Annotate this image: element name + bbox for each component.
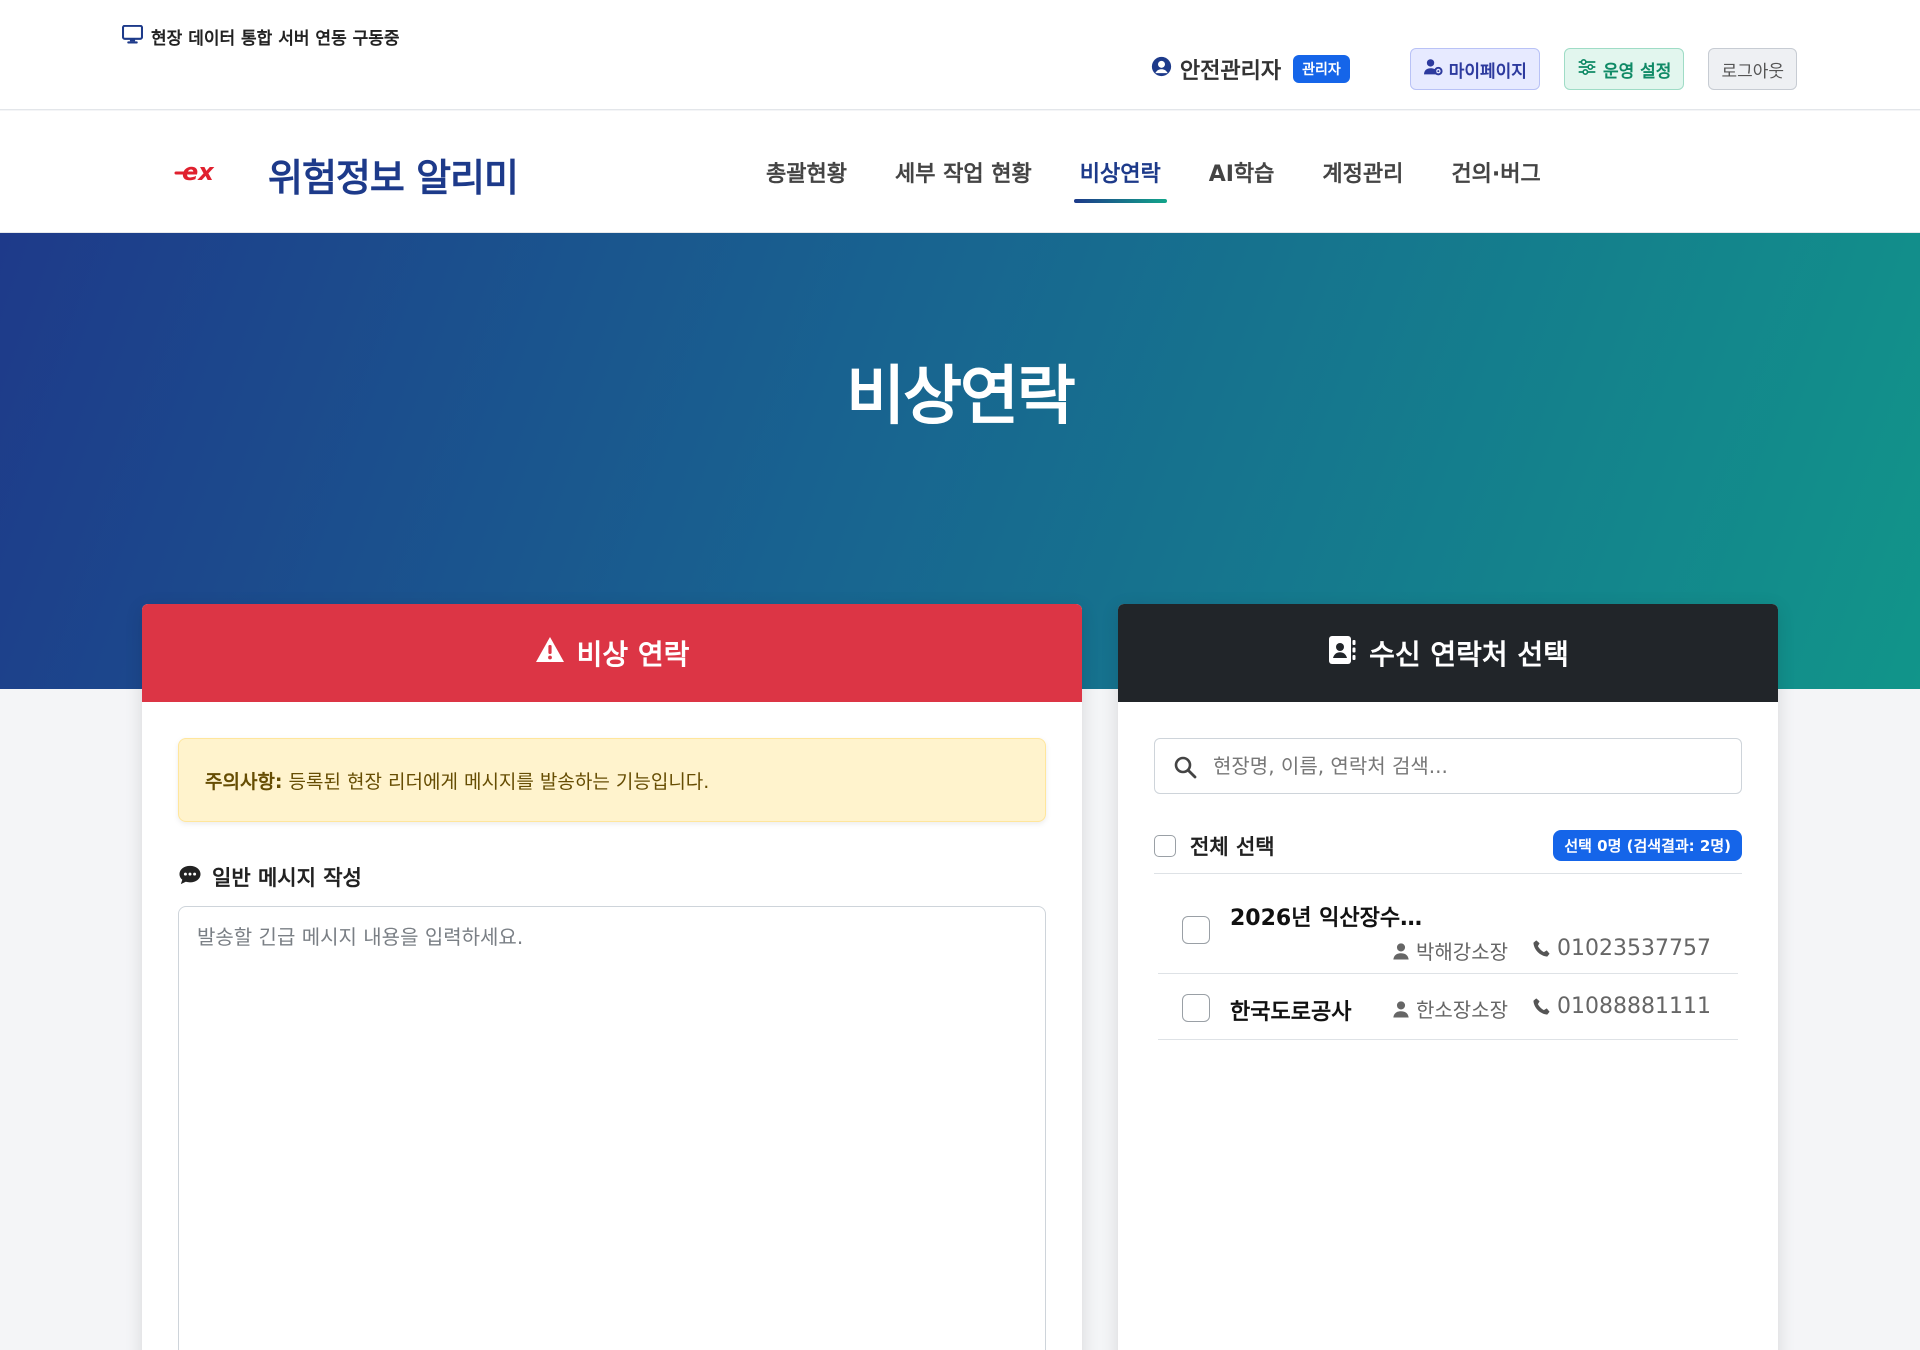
contact-person-name: 한소장소장 <box>1416 998 1508 1022</box>
brand-title[interactable]: 위험정보 알리미 <box>268 147 519 202</box>
mypage-button[interactable]: 마이페이지 <box>1409 48 1540 90</box>
contact-person: 한소장소장 <box>1392 994 1508 1023</box>
phone-icon <box>1533 998 1550 1015</box>
user-circle-icon <box>1151 56 1172 83</box>
server-status: 현장 데이터 통합 서버 연동 구동중 <box>121 24 400 49</box>
contact-person-name: 박해강소장 <box>1416 940 1508 964</box>
select-all-control[interactable]: 전체 선택 <box>1154 831 1275 861</box>
contact-row[interactable]: 한국도로공사 한소장소장 01088881111 <box>1158 974 1738 1040</box>
contact-phone: 01023537757 <box>1532 936 1711 961</box>
main-navbar: ex 위험정보 알리미 총괄현황 세부 작업 현황 비상연락 AI학습 계정관리… <box>0 111 1920 233</box>
recipient-selection-panel: 수신 연락처 선택 전체 선택 선택 0명 (검색결과: 2명) 2026년 익… <box>1118 604 1778 1350</box>
top-utility-bar: 현장 데이터 통합 서버 연동 구동중 안전관리자 관리자 마이페이지 운영 설… <box>0 0 1920 110</box>
phone-icon <box>1533 940 1550 957</box>
contact-phone-number: 01023537757 <box>1557 936 1711 961</box>
sliders-icon <box>1577 58 1597 81</box>
logout-button[interactable]: 로그아웃 <box>1708 48 1797 90</box>
main-nav: 총괄현황 세부 작업 현황 비상연락 AI학습 계정관리 건의·버그 <box>742 111 1565 233</box>
contact-checkbox[interactable] <box>1182 916 1210 944</box>
server-status-text: 현장 데이터 통합 서버 연동 구동중 <box>151 29 400 49</box>
comment-icon <box>178 864 202 891</box>
contact-phone: 01088881111 <box>1532 994 1711 1019</box>
contact-search-box <box>1154 738 1742 794</box>
caution-alert-text: 등록된 현장 리더에게 메시지를 발송하는 기능입니다. <box>288 770 710 793</box>
settings-button[interactable]: 운영 설정 <box>1563 48 1685 90</box>
company-logo[interactable]: ex <box>174 159 232 185</box>
nav-item-emergency-contact[interactable]: 비상연락 <box>1056 111 1185 233</box>
message-section-label: 일반 메시지 작성 <box>178 862 362 892</box>
mypage-label: 마이페이지 <box>1448 61 1527 82</box>
address-book-icon <box>1327 635 1357 672</box>
message-section-title: 일반 메시지 작성 <box>212 866 362 890</box>
nav-item-account-management[interactable]: 계정관리 <box>1298 111 1427 233</box>
emergency-panel-title: 비상 연락 <box>576 638 690 671</box>
contact-list: 2026년 익산장수… 박해강소장 01023537757 한국도로공사 한소장… <box>1158 882 1738 1040</box>
page-title: 비상연락 <box>846 360 1076 434</box>
nav-item-feedback-bug[interactable]: 건의·버그 <box>1427 111 1564 233</box>
logout-label: 로그아웃 <box>1721 61 1784 82</box>
contact-search-input[interactable] <box>1155 739 1741 793</box>
contact-phone-number: 01088881111 <box>1557 994 1711 1019</box>
search-icon <box>1174 756 1197 779</box>
emergency-panel-header: 비상 연락 <box>142 604 1082 702</box>
contact-site-name: 2026년 익산장수… <box>1230 906 1423 931</box>
current-user: 안전관리자 관리자 <box>1151 53 1350 85</box>
nav-item-ai-learning[interactable]: AI학습 <box>1185 111 1299 233</box>
svg-text:ex: ex <box>182 159 215 185</box>
user-area: 안전관리자 관리자 마이페이지 운영 설정 로그아웃 <box>1151 48 1797 90</box>
emergency-message-panel: 비상 연락 주의사항: 등록된 현장 리더에게 메시지를 발송하는 기능입니다.… <box>142 604 1082 1350</box>
nav-item-overview[interactable]: 총괄현황 <box>742 111 871 233</box>
select-all-checkbox[interactable] <box>1154 834 1176 857</box>
nav-item-work-detail[interactable]: 세부 작업 현황 <box>871 111 1056 233</box>
warning-icon <box>535 635 565 672</box>
contact-row[interactable]: 2026년 익산장수… 박해강소장 01023537757 <box>1158 882 1738 974</box>
caution-alert-label: 주의사항: <box>205 770 283 793</box>
emergency-message-textarea[interactable] <box>178 906 1046 1350</box>
contact-site-name: 한국도로공사 <box>1230 1000 1352 1025</box>
contact-checkbox[interactable] <box>1182 994 1210 1022</box>
recipient-panel-title: 수신 연락처 선택 <box>1369 638 1569 671</box>
user-gear-icon <box>1423 58 1443 81</box>
select-all-label: 전체 선택 <box>1190 834 1275 859</box>
settings-label: 운영 설정 <box>1602 61 1672 82</box>
select-all-row: 전체 선택 선택 0명 (검색결과: 2명) <box>1154 818 1742 874</box>
role-badge: 관리자 <box>1293 55 1350 83</box>
user-icon <box>1393 1000 1409 1018</box>
caution-alert: 주의사항: 등록된 현장 리더에게 메시지를 발송하는 기능입니다. <box>178 738 1046 822</box>
contact-person: 박해강소장 <box>1392 936 1508 965</box>
monitor-icon <box>121 24 144 49</box>
user-icon <box>1393 942 1409 960</box>
selection-count-badge: 선택 0명 (검색결과: 2명) <box>1553 830 1742 861</box>
user-name-text: 안전관리자 <box>1179 59 1282 84</box>
recipient-panel-header: 수신 연락처 선택 <box>1118 604 1778 702</box>
